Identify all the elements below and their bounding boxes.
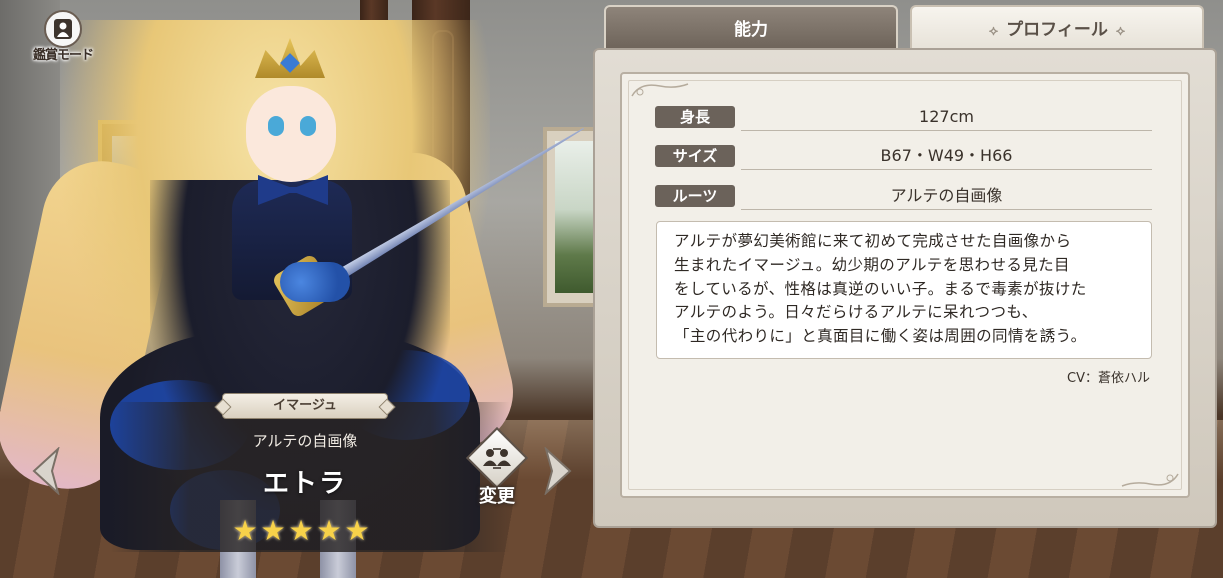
- voice-actor-credit: CV：蒼依ハル: [1067, 371, 1150, 386]
- type-badge: イマージュ: [222, 393, 388, 419]
- star-icon: ★: [260, 514, 286, 547]
- profile-row-value: アルテの自画像: [741, 183, 1152, 210]
- star-icon: ★: [344, 514, 370, 547]
- profile-row-roots: ルーツ アルテの自画像: [655, 183, 1152, 210]
- chevron-left-icon: [32, 445, 60, 497]
- star-icon: ★: [232, 514, 258, 547]
- blue-roses: [280, 262, 350, 302]
- profile-row-label: 身長: [655, 106, 735, 128]
- description-line: 生まれたイマージュ。幼少期のアルテを思わせる見た目: [674, 255, 1070, 274]
- description-line: アルテのよう。日々だらけるアルテに呆れつつも、: [674, 303, 1038, 322]
- profile-row-height: 身長 127cm: [655, 104, 1152, 131]
- ornament-icon: ⟡: [1115, 23, 1126, 39]
- ornament-icon: ⟡: [988, 23, 999, 39]
- previous-character-button[interactable]: [28, 445, 64, 497]
- tab-ability[interactable]: 能力: [604, 5, 898, 50]
- profile-row-value: 127cm: [741, 104, 1152, 131]
- star-icon: ★: [316, 514, 342, 547]
- description-line: 「主の代わりに」と真面目に働く姿は周囲の同情を誘う。: [674, 327, 1087, 346]
- character-name: エトラ: [262, 469, 347, 499]
- profile-description: アルテが夢幻美術館に来て初めて完成させた自画像から 生まれたイマージュ。幼少期の…: [656, 221, 1152, 359]
- view-mode-button[interactable]: 鑑賞モード: [22, 10, 104, 63]
- star-icon: ★: [288, 514, 314, 547]
- rarity-stars: ★ ★ ★ ★ ★: [232, 514, 382, 548]
- swap-users-icon: [483, 448, 511, 469]
- profile-row-size: サイズ B67・W49・H66: [655, 143, 1152, 170]
- profile-row-label: ルーツ: [655, 185, 735, 207]
- profile-row-label: サイズ: [655, 145, 735, 167]
- character-face: [246, 86, 336, 182]
- keyhole-icon: [44, 10, 82, 48]
- chevron-right-icon: [544, 445, 572, 497]
- change-button-label: 変更: [479, 486, 515, 507]
- corner-flourish-icon: [1121, 473, 1179, 487]
- description-line: アルテが夢幻美術館に来て初めて完成させた自画像から: [674, 232, 1072, 250]
- description-line: をしているが、性格は真逆のいい子。まるで毒素が抜けた: [674, 279, 1087, 298]
- tab-profile[interactable]: ⟡ プロフィール ⟡: [910, 5, 1204, 50]
- character-subtitle: アルテの自画像: [252, 432, 358, 450]
- change-button[interactable]: 変更: [461, 426, 533, 510]
- next-character-button[interactable]: [540, 445, 576, 497]
- tab-profile-label: プロフィール: [1006, 20, 1108, 40]
- tab-ability-label: 能力: [734, 20, 768, 40]
- profile-row-value: B67・W49・H66: [741, 143, 1152, 170]
- corner-flourish-icon: [631, 83, 689, 97]
